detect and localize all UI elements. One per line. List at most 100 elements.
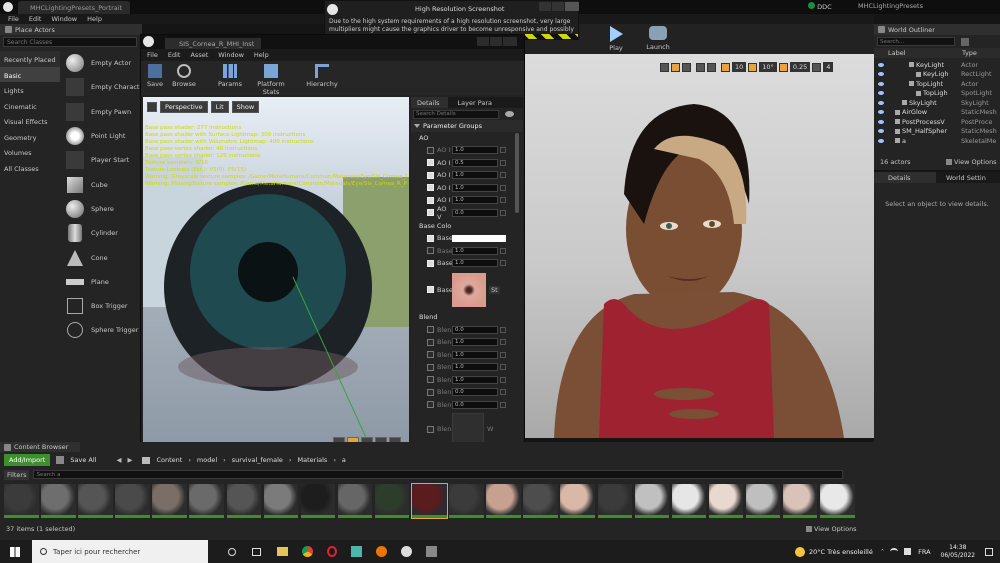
cortana-icon[interactable]	[228, 547, 236, 556]
base-texture-row[interactable]: Base St	[411, 270, 523, 310]
spinner-icon[interactable]	[500, 159, 506, 166]
visibility-eye-icon[interactable]	[878, 91, 884, 96]
close-button[interactable]	[503, 37, 517, 46]
blend-param-field[interactable]: 1.0	[452, 338, 498, 347]
category-cinematic[interactable]: Cinematic	[0, 98, 60, 114]
asset-thumbnail[interactable]	[152, 484, 187, 518]
details-tab[interactable]: Details	[411, 97, 448, 108]
spinner-icon[interactable]	[500, 351, 506, 358]
asset-thumbnail[interactable]	[337, 484, 373, 518]
blend-param-checkbox[interactable]	[427, 351, 434, 359]
blend-param-field[interactable]: 0.0	[452, 388, 498, 397]
outliner-row[interactable]: SM_HalfSpher StaticMesh	[874, 127, 1000, 137]
platform-stats-button[interactable]: Platform Stats	[249, 64, 293, 96]
spinner-icon[interactable]	[500, 147, 506, 154]
show-button[interactable]: Show	[231, 101, 260, 113]
breadcrumb-materials[interactable]: Materials	[298, 456, 328, 464]
blend-param-field[interactable]: 1.0	[452, 363, 498, 372]
category-visual-effects[interactable]: Visual Effects	[0, 113, 60, 129]
base-color-group-header[interactable]: Base Colo	[411, 219, 523, 232]
browse-button[interactable]: Browse	[171, 64, 197, 88]
base-param-field[interactable]: 1.0	[452, 246, 498, 255]
perspective-button[interactable]: Perspective	[160, 101, 208, 113]
blend-param-field[interactable]: 1.0	[452, 350, 498, 359]
outliner-row[interactable]: PostProcessV PostProce	[874, 117, 1000, 127]
actor-item-empty-actor[interactable]: Empty Actor	[62, 51, 142, 75]
blend-param-row[interactable]: Blen 1.0	[411, 336, 523, 349]
menu-window[interactable]: Window	[51, 15, 77, 23]
blend-param-row[interactable]: Blen 0.0	[411, 399, 523, 412]
back-arrow-icon[interactable]: ◀	[116, 456, 121, 464]
notification-center-icon[interactable]	[985, 547, 994, 556]
blend-param-checkbox[interactable]	[427, 388, 434, 396]
spinner-icon[interactable]	[500, 339, 506, 346]
menu-help[interactable]: Help	[254, 51, 269, 59]
asset-thumbnail[interactable]	[597, 484, 632, 518]
asset-thumbnail[interactable]	[523, 484, 558, 518]
spinner-icon[interactable]	[500, 172, 506, 179]
details-search-input[interactable]	[413, 109, 499, 119]
actor-item-sphere[interactable]: Sphere	[62, 197, 142, 221]
maximize-button[interactable]	[490, 37, 502, 46]
scale-snap-icon[interactable]	[778, 62, 788, 72]
asset-thumbnail[interactable]	[820, 484, 855, 518]
blend-group-header[interactable]: Blend	[411, 310, 523, 324]
base-param-row[interactable]: Base 1.0	[411, 245, 523, 258]
blend-texture-dropdown[interactable]: W	[487, 425, 493, 433]
ao-param-field[interactable]: 1.0	[452, 171, 498, 180]
outliner-row[interactable]: a SkeletalMe	[874, 136, 1000, 146]
base-param-checkbox[interactable]	[427, 259, 434, 267]
scale-tool-icon[interactable]	[682, 62, 691, 72]
actor-item-cone[interactable]: Cone	[62, 245, 142, 269]
spinner-icon[interactable]	[500, 209, 506, 216]
viewport-options-button[interactable]	[147, 102, 157, 112]
category-all-classes[interactable]: All Classes	[0, 160, 60, 176]
asset-thumbnail[interactable]	[115, 484, 150, 518]
blend-param-row[interactable]: Blen 1.0	[411, 361, 523, 374]
ao-param-row[interactable]: AO I 1.0	[411, 169, 523, 182]
ao-param-field[interactable]: 1.0	[452, 183, 498, 192]
asset-thumbnail[interactable]	[634, 484, 670, 518]
ao-param-field[interactable]: 0.0	[452, 208, 498, 217]
spinner-icon[interactable]	[500, 376, 506, 383]
menu-window[interactable]: Window	[218, 51, 244, 59]
ao-param-row[interactable]: AO I 1.0	[411, 182, 523, 195]
forward-arrow-icon[interactable]: ▶	[127, 456, 132, 464]
visibility-eye-icon[interactable]	[878, 62, 884, 67]
asset-thumbnail[interactable]	[745, 484, 781, 518]
ao-param-field[interactable]: 1.0	[452, 146, 498, 155]
taskbar-search[interactable]: Taper ici pour rechercher	[32, 540, 208, 563]
params-button[interactable]: Params	[216, 64, 244, 88]
ao-param-checkbox[interactable]	[427, 159, 434, 167]
actor-item-point-light[interactable]: Point Light	[62, 124, 142, 148]
type-column-header[interactable]: Type	[962, 49, 977, 57]
blend-param-checkbox[interactable]	[427, 401, 434, 409]
blend-param-field[interactable]: 1.0	[452, 375, 498, 384]
asset-thumbnail[interactable]	[374, 484, 410, 518]
category-recently-placed[interactable]: Recently Placed	[0, 51, 60, 67]
asset-thumbnail[interactable]	[4, 484, 39, 518]
spinner-icon[interactable]	[500, 260, 506, 267]
blend-param-checkbox[interactable]	[427, 363, 434, 371]
material-preview-viewport[interactable]: Perspective Lit Show Base pass shader: 2…	[143, 97, 409, 453]
ao-group-header[interactable]: AO	[411, 132, 523, 144]
rotation-snap-value[interactable]: 10°	[759, 62, 777, 72]
visibility-eye-icon[interactable]	[878, 119, 884, 124]
base-color-swatch[interactable]	[452, 234, 506, 242]
base-param-checkbox[interactable]	[427, 247, 434, 255]
blender-icon[interactable]	[376, 546, 387, 557]
menu-asset[interactable]: Asset	[190, 51, 208, 59]
asset-thumbnail[interactable]	[189, 484, 224, 518]
scale-snap-value[interactable]: 0.25	[789, 62, 811, 72]
ao-param-checkbox[interactable]	[427, 209, 434, 217]
actor-item-box-trigger[interactable]: Box Trigger	[62, 294, 142, 318]
outliner-settings-icon[interactable]	[961, 37, 969, 46]
grid-snap-value[interactable]: 10	[732, 62, 747, 72]
rotate-tool-icon[interactable]	[671, 62, 680, 72]
language-indicator[interactable]: FRA	[918, 548, 930, 556]
blend-param-row[interactable]: Blen 1.0	[411, 374, 523, 387]
surface-snap-icon[interactable]	[707, 62, 716, 72]
asset-thumbnail[interactable]	[486, 484, 521, 518]
clock[interactable]: 14:38 06/05/2022	[941, 544, 976, 560]
asset-thumbnail[interactable]	[41, 484, 76, 518]
